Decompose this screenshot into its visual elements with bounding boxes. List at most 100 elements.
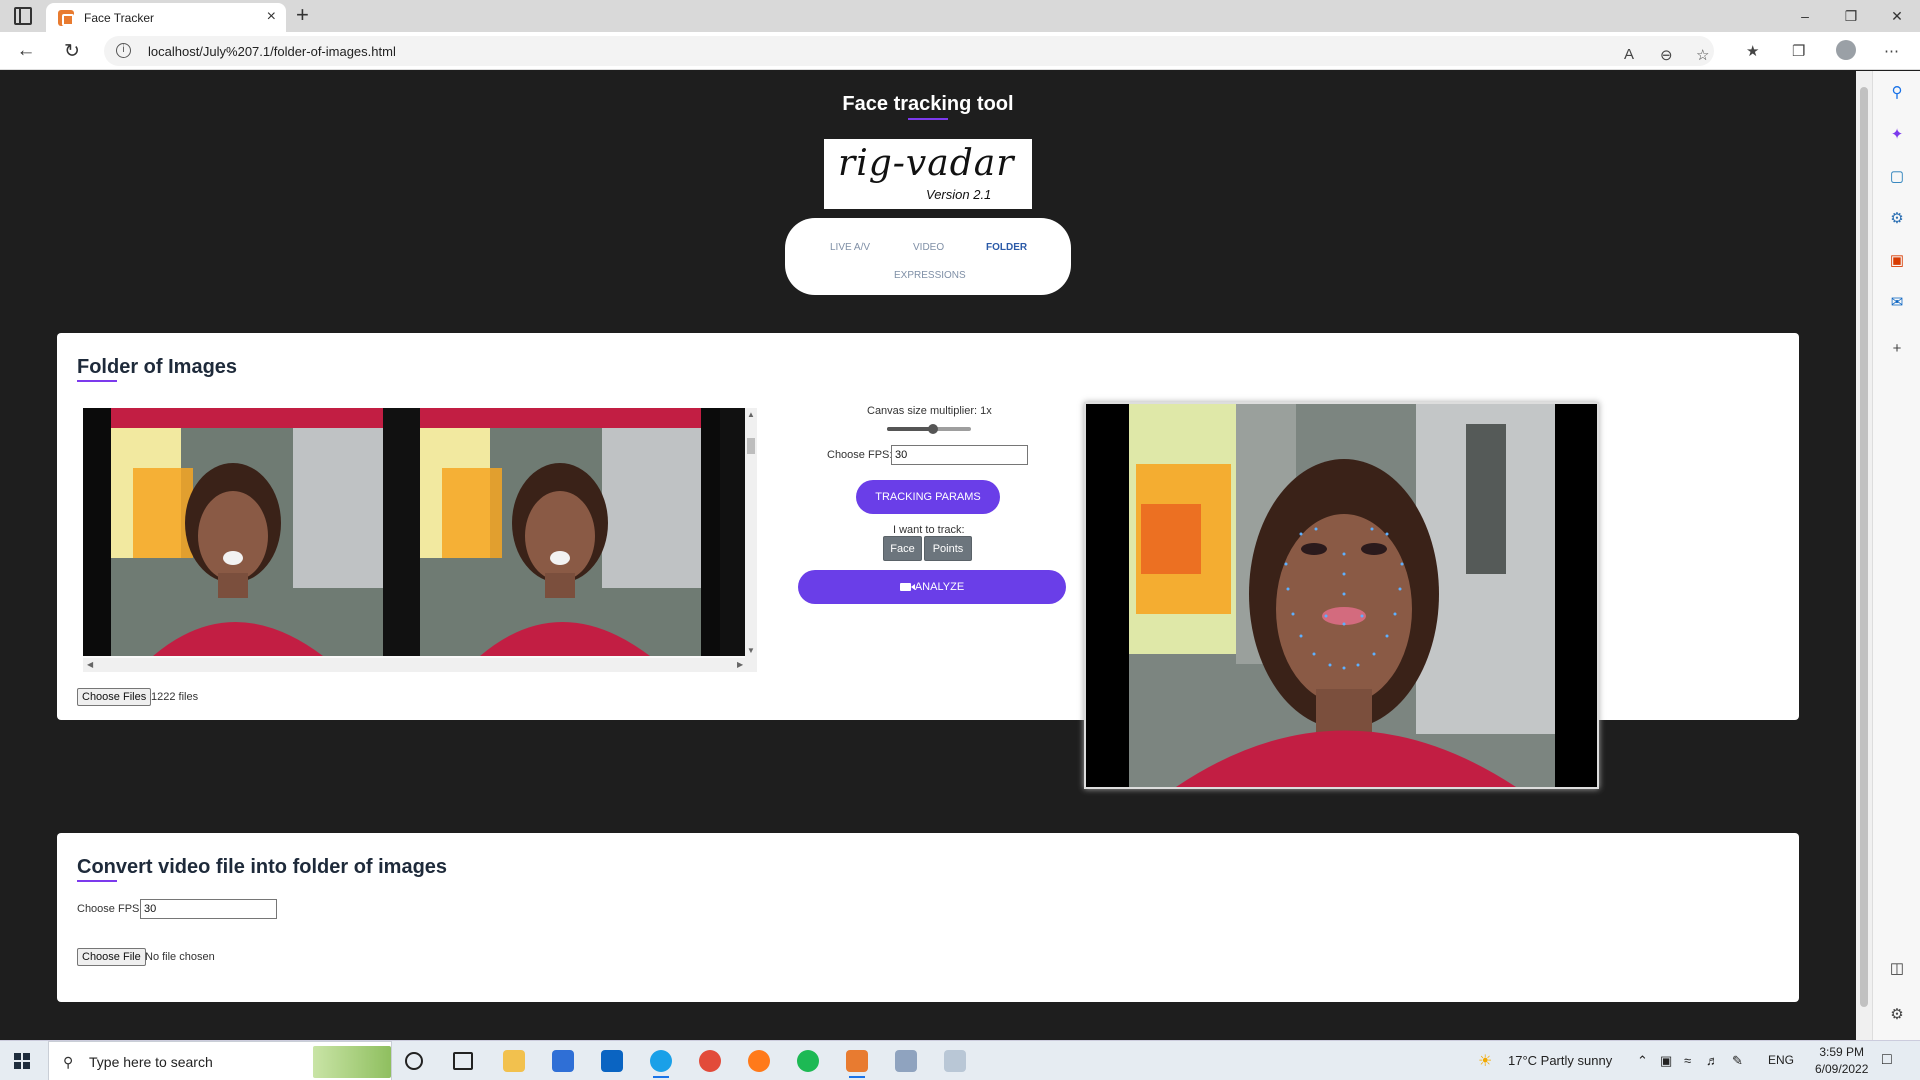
zoom-icon[interactable]: ⊖ (1660, 46, 1673, 64)
back-icon[interactable]: ← (14, 39, 38, 63)
fps-label: Choose FPS: (827, 449, 893, 461)
outlook-app-icon[interactable] (601, 1050, 623, 1072)
shopping-icon[interactable]: ▢ (1889, 169, 1905, 185)
site-info-icon[interactable]: i (116, 43, 131, 58)
pen-icon[interactable]: ✎ (1732, 1053, 1743, 1069)
canvas-multiplier-slider[interactable] (887, 424, 971, 434)
browser-tab[interactable]: Face Tracker × (46, 3, 286, 32)
favorites-icon[interactable]: ★ (1746, 42, 1759, 60)
tab-actions-icon[interactable] (14, 7, 32, 25)
nav-video[interactable]: VIDEO (913, 242, 944, 253)
analyze-button[interactable]: ANALYZE (798, 570, 1066, 604)
thumbnail-strip (83, 408, 745, 656)
firefox-icon[interactable] (748, 1050, 770, 1072)
thumbnail-frame-graphic (420, 408, 701, 656)
minimize-button[interactable]: – (1782, 0, 1828, 32)
task-view-icon[interactable] (453, 1052, 473, 1070)
files-count: 1222 files (151, 691, 199, 703)
nav-folder[interactable]: FOLDER (986, 242, 1027, 253)
video-camera-icon (899, 583, 915, 591)
thumbnail-image (83, 408, 383, 656)
spotify-icon[interactable] (797, 1050, 819, 1072)
taskbar-search[interactable]: ⚲ Type here to search (48, 1041, 392, 1080)
collections-icon[interactable]: ❐ (1792, 42, 1805, 60)
thumbnail-vertical-scrollbar[interactable]: ▲ ▼ (745, 408, 757, 658)
vertical-scroll-thumb[interactable] (747, 438, 755, 454)
no-file-label: No file chosen (145, 951, 215, 963)
restore-button[interactable]: ❐ (1828, 0, 1874, 32)
tracking-preview-canvas (1084, 402, 1599, 789)
tracking-params-button[interactable]: TRACKING PARAMS (856, 480, 1000, 514)
tab-title: Face Tracker (84, 11, 155, 25)
choose-file-button[interactable]: Choose File (77, 948, 146, 966)
notifications-icon[interactable]: □ (1882, 1051, 1892, 1069)
copilot-icon[interactable]: ✦ (1889, 127, 1905, 143)
url-text[interactable]: localhost/July%207.1/folder-of-images.ht… (148, 44, 396, 59)
add-sidebar-icon[interactable]: + (1889, 341, 1905, 357)
weather-text[interactable]: 17°C Partly sunny (1508, 1053, 1612, 1068)
thumbnail-scroller[interactable]: ▲ ▼ ◀ ▶ (83, 408, 757, 672)
thumbnail-frame-graphic (111, 408, 383, 656)
windows-taskbar: ⚲ Type here to search ☀ 17°C Partly sunn… (0, 1040, 1920, 1080)
close-window-button[interactable]: ✕ (1874, 0, 1920, 32)
fps-input[interactable] (891, 445, 1028, 465)
convert-fps-label: Choose FPS: (77, 903, 143, 915)
page-scrollbar[interactable] (1856, 71, 1872, 1040)
page-title: Face tracking tool (842, 93, 1014, 115)
close-tab-icon[interactable]: × (267, 8, 276, 26)
taskbar-search-placeholder: Type here to search (89, 1054, 213, 1070)
weather-icon[interactable]: ☀ (1478, 1051, 1492, 1071)
window-app-icon[interactable] (895, 1050, 917, 1072)
analyze-label: ANALYZE (914, 581, 965, 593)
mode-nav: LIVE A/V VIDEO FOLDER EXPRESSIONS (785, 218, 1071, 295)
settings-gear-icon[interactable]: ⚙ (1889, 1007, 1905, 1023)
scroll-down-icon[interactable]: ▼ (747, 646, 755, 655)
tray-chevron-icon[interactable]: ⌃ (1637, 1053, 1648, 1069)
refresh-icon[interactable]: ↻ (60, 39, 84, 63)
logo-version: Version 2.1 (926, 187, 992, 202)
scroll-up-icon[interactable]: ▲ (747, 410, 755, 419)
outlook-icon[interactable]: ✉ (1889, 295, 1905, 311)
xampp-icon[interactable] (846, 1050, 868, 1078)
read-aloud-icon[interactable]: A (1624, 46, 1634, 63)
nav-live-av[interactable]: LIVE A/V (830, 242, 870, 253)
track-points-button[interactable]: Points (924, 536, 972, 561)
browser-tab-bar: Face Tracker × + – ❐ ✕ (0, 0, 1920, 32)
split-screen-icon[interactable]: ◫ (1889, 961, 1905, 977)
more-menu-icon[interactable]: ⋯ (1884, 42, 1899, 60)
office-icon[interactable]: ▣ (1889, 253, 1905, 269)
chrome-icon[interactable] (699, 1050, 721, 1072)
slider-handle[interactable] (928, 424, 939, 434)
address-bar: ← ↻ i localhost/July%207.1/folder-of-ima… (0, 32, 1920, 70)
track-face-button[interactable]: Face (883, 536, 922, 561)
card-title-underline (77, 380, 117, 382)
thumbnail-image (420, 408, 720, 656)
meet-now-icon[interactable]: ▣ (1660, 1053, 1672, 1069)
clock-date: 6/09/2022 (1815, 1062, 1869, 1076)
page-scroll-thumb[interactable] (1860, 87, 1868, 1007)
language-indicator[interactable]: ENG (1768, 1053, 1794, 1067)
url-box[interactable]: i localhost/July%207.1/folder-of-images.… (104, 36, 1714, 66)
scroll-right-icon[interactable]: ▶ (737, 660, 743, 669)
tool-app-icon[interactable] (944, 1050, 966, 1072)
new-tab-icon[interactable]: + (296, 2, 309, 28)
choose-files-button[interactable]: Choose Files (77, 688, 152, 706)
convert-video-card: Convert video file into folder of images… (57, 833, 1799, 1002)
taskbar-clock[interactable]: 3:59 PM 6/09/2022 (1815, 1044, 1868, 1078)
tools-icon[interactable]: ⚙ (1889, 211, 1905, 227)
file-explorer-icon[interactable] (503, 1050, 525, 1072)
search-icon[interactable]: ⚲ (1889, 85, 1905, 101)
scroll-left-icon[interactable]: ◀ (87, 660, 93, 669)
thumbnail-horizontal-scrollbar[interactable]: ◀ ▶ (83, 658, 757, 672)
convert-fps-input[interactable] (140, 899, 277, 919)
profile-avatar[interactable] (1836, 40, 1856, 60)
store-icon[interactable] (552, 1050, 574, 1072)
network-icon[interactable]: ≈ (1684, 1053, 1691, 1068)
edge-icon[interactable] (650, 1050, 672, 1078)
clock-time: 3:59 PM (1819, 1045, 1865, 1059)
volume-icon[interactable]: ♬ (1706, 1053, 1719, 1068)
windows-start-icon[interactable] (14, 1053, 30, 1069)
cortana-icon[interactable] (405, 1052, 423, 1070)
nav-expressions[interactable]: EXPRESSIONS (894, 270, 966, 281)
favorite-star-icon[interactable]: ☆ (1696, 46, 1709, 64)
